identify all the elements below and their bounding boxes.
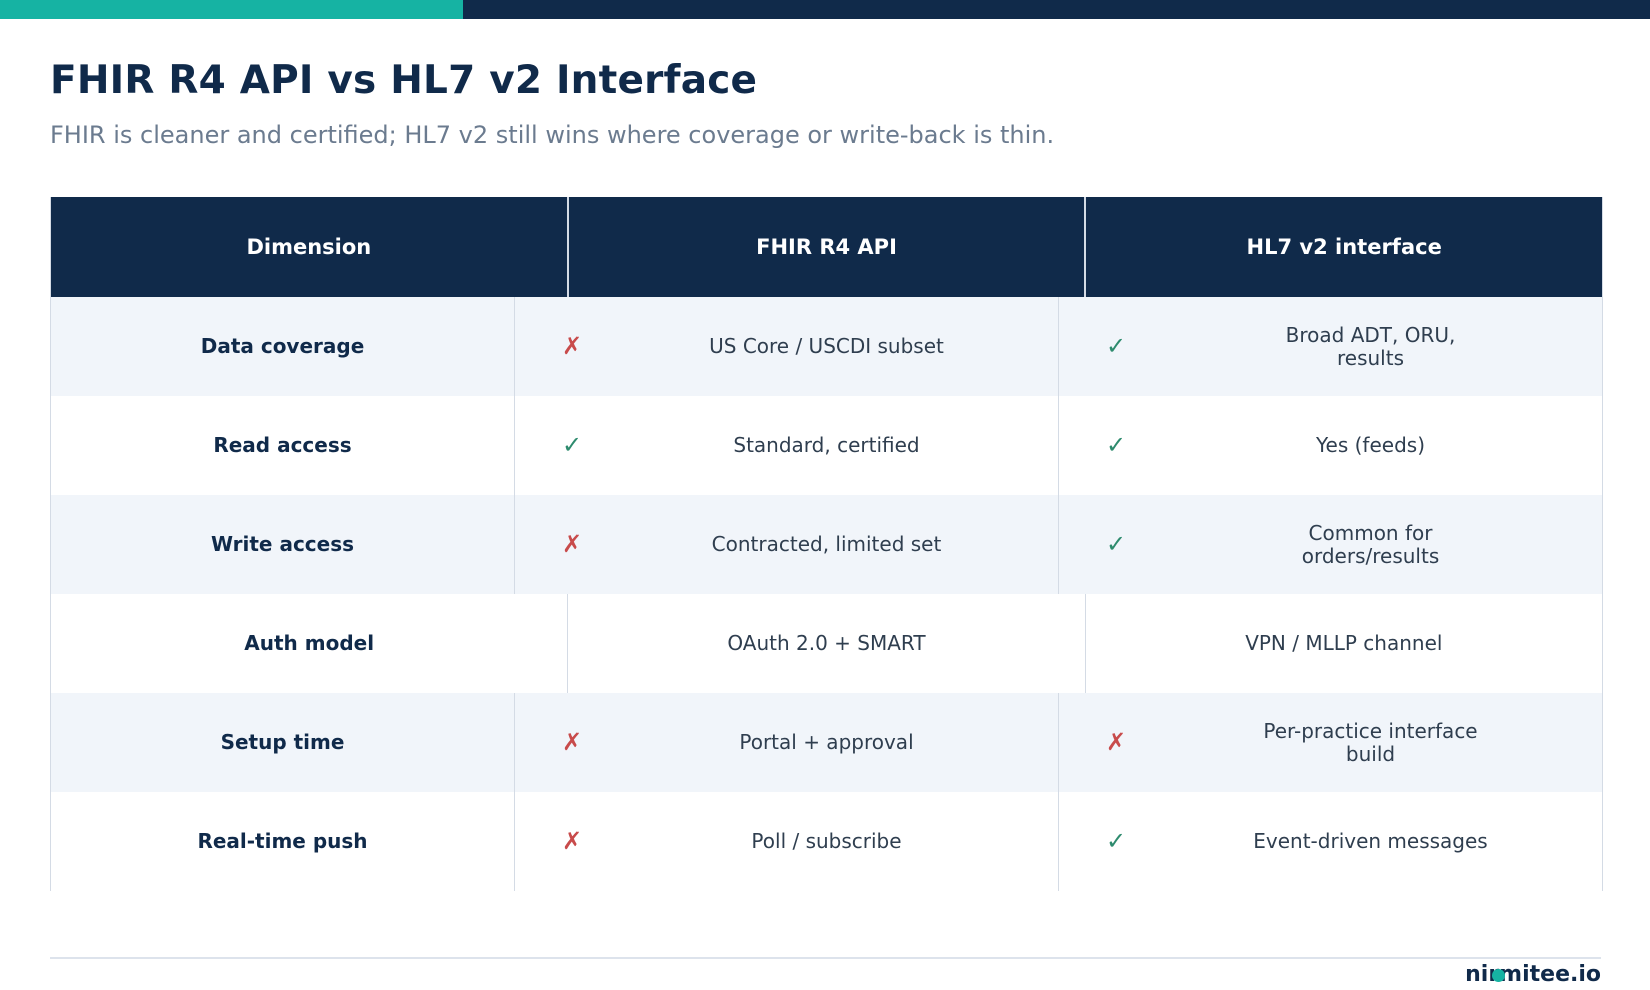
brand-logo: nirmitee.io (1465, 962, 1601, 987)
hl7-cell: ✓ Event-driven messages (1058, 792, 1602, 891)
table-body: Data coverage ✗ US Core / USCDI subset ✓ Bro… (51, 297, 1602, 891)
fhir-value: Poll / subscribe (751, 829, 902, 853)
fhir-value: OAuth 2.0 + SMART (727, 631, 926, 655)
fhir-value: US Core / USCDI subset (709, 334, 944, 358)
page-title: FHIR R4 API vs HL7 v2 Interface (50, 58, 758, 103)
hl7-value: Common for orders/results (1301, 520, 1440, 568)
top-bar (0, 0, 1650, 19)
table-row: Setup time ✗ Portal + approval ✗ Per-practic… (51, 693, 1602, 792)
header-hl7: HL7 v2 interface (1084, 197, 1602, 297)
fhir-cell: ✗ Poll / subscribe (514, 792, 1058, 891)
table-row: Auth model OAuth 2.0 + SMART VPN / MLLP ch… (51, 594, 1602, 693)
fhir-cell: OAuth 2.0 + SMART (567, 594, 1084, 693)
fhir-value: Portal + approval (739, 730, 914, 754)
check-icon: ✓ (1106, 331, 1127, 360)
dimension-cell: Read access (213, 433, 352, 457)
hl7-value: Event-driven messages (1253, 829, 1488, 853)
hl7-cell: ✓ Yes (feeds) (1058, 396, 1602, 495)
table-row: Read access ✓ Standard, certified ✓ Yes (fee… (51, 396, 1602, 495)
comparison-table: Dimension FHIR R4 API HL7 v2 interface D… (50, 197, 1603, 891)
hl7-value: Yes (feeds) (1315, 433, 1425, 457)
cross-icon: ✗ (562, 529, 583, 558)
fhir-value: Standard, certified (733, 433, 920, 457)
cross-icon: ✗ (562, 727, 583, 756)
header-dimension: Dimension (246, 235, 372, 259)
dimension-cell: Real-time push (197, 829, 368, 853)
table-row: Write access ✗ Contracted, limited set ✓ Com… (51, 495, 1602, 594)
table-header: Dimension FHIR R4 API HL7 v2 interface (51, 197, 1602, 297)
check-icon: ✓ (1106, 529, 1127, 558)
dimension-cell: Data coverage (200, 334, 365, 358)
hl7-cell: ✗ Per-practice interface build (1058, 693, 1602, 792)
dimension-cell: Auth model (244, 631, 375, 655)
fhir-value: Contracted, limited set (711, 532, 942, 556)
dimension-cell: Write access (210, 532, 355, 556)
brand-dot-icon (1492, 969, 1505, 982)
table-row: Real-time push ✗ Poll / subscribe ✓ Event-dr… (51, 792, 1602, 891)
fhir-cell: ✗ Portal + approval (514, 693, 1058, 792)
dimension-cell: Setup time (220, 730, 345, 754)
check-icon: ✓ (1106, 826, 1127, 855)
fhir-cell: ✓ Standard, certified (514, 396, 1058, 495)
cross-icon: ✗ (1106, 727, 1127, 756)
check-icon: ✓ (562, 430, 583, 459)
hl7-value: Per-practice interface build (1263, 718, 1478, 766)
fhir-cell: ✗ US Core / USCDI subset (514, 297, 1058, 396)
cross-icon: ✗ (562, 331, 583, 360)
hl7-cell: ✓ Common for orders/results (1058, 495, 1602, 594)
fhir-cell: ✗ Contracted, limited set (514, 495, 1058, 594)
footer-divider (50, 957, 1601, 959)
top-bar-accent (0, 0, 463, 19)
cross-icon: ✗ (562, 826, 583, 855)
hl7-value: VPN / MLLP channel (1245, 631, 1443, 655)
page-subtitle: FHIR is cleaner and certified; HL7 v2 st… (50, 121, 1055, 149)
check-icon: ✓ (1106, 430, 1127, 459)
hl7-cell: VPN / MLLP channel (1084, 594, 1602, 693)
hl7-cell: ✓ Broad ADT, ORU, results (1058, 297, 1602, 396)
hl7-value: Broad ADT, ORU, results (1285, 322, 1456, 370)
table-row: Data coverage ✗ US Core / USCDI subset ✓ Bro… (51, 297, 1602, 396)
header-fhir: FHIR R4 API (566, 197, 1085, 297)
